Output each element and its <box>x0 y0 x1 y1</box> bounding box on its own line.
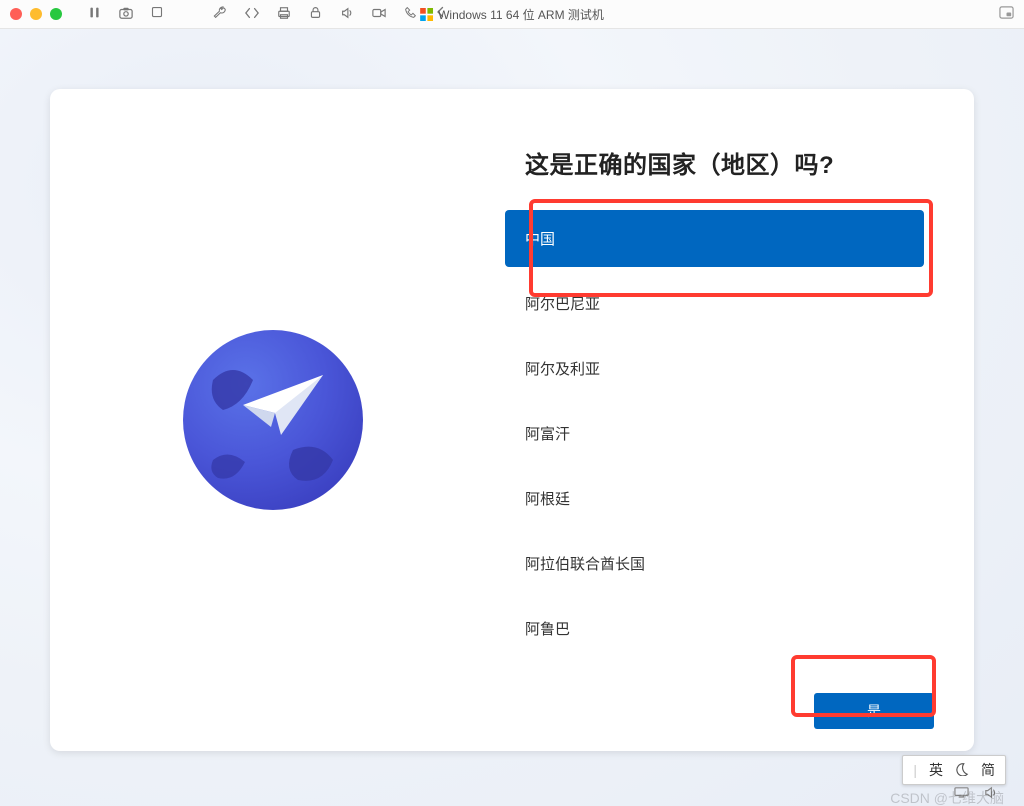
watermark-text: CSDN @七维大脑 <box>890 788 1004 806</box>
wrench-icon[interactable] <box>213 6 227 23</box>
ime-separator: | <box>913 762 917 778</box>
confirm-button[interactable]: 是 <box>814 693 934 729</box>
picture-in-picture-icon[interactable] <box>999 9 1014 23</box>
lock-icon[interactable] <box>309 6 322 23</box>
country-label: 阿尔巴尼亚 <box>525 296 600 313</box>
windows-logo-icon <box>420 8 433 21</box>
printer-icon[interactable] <box>277 6 291 23</box>
mac-titlebar: Windows 11 64 位 ARM 测试机 <box>0 0 1024 29</box>
vm-toolbar <box>88 6 447 23</box>
minimize-window-button[interactable] <box>30 8 42 20</box>
country-label: 阿拉伯联合酋长国 <box>525 556 645 573</box>
ime-mode-simplified[interactable]: 简 <box>981 760 995 780</box>
oobe-heading: 这是正确的国家（地区）吗? <box>505 145 934 180</box>
sound-icon[interactable] <box>340 6 354 23</box>
country-item-albania[interactable]: 阿尔巴尼亚 <box>505 275 924 332</box>
country-list[interactable]: 中国 阿尔巴尼亚 阿尔及利亚 阿富汗 阿根廷 阿拉伯联合酋长国 阿鲁巴 <box>505 210 934 657</box>
pause-icon[interactable] <box>88 6 101 23</box>
country-item-uae[interactable]: 阿拉伯联合酋长国 <box>505 535 924 592</box>
country-item-aruba[interactable]: 阿鲁巴 <box>505 600 924 657</box>
confirm-area: 是 <box>814 693 934 729</box>
country-item-afghanistan[interactable]: 阿富汗 <box>505 405 924 462</box>
phone-icon[interactable] <box>404 6 417 23</box>
ime-mode-english[interactable]: 英 <box>929 760 943 780</box>
country-label: 阿根廷 <box>525 491 570 508</box>
country-label: 阿富汗 <box>525 426 570 443</box>
oobe-card: 这是正确的国家（地区）吗? 中国 阿尔巴尼亚 阿尔及利亚 阿富汗 阿根廷 阿拉伯… <box>50 89 974 751</box>
globe-paper-plane-icon <box>173 320 373 520</box>
titlebar-right <box>999 5 1014 23</box>
close-window-button[interactable] <box>10 8 22 20</box>
traffic-lights <box>10 8 62 20</box>
country-item-algeria[interactable]: 阿尔及利亚 <box>505 340 924 397</box>
code-icon[interactable] <box>245 6 259 23</box>
fullscreen-window-button[interactable] <box>50 8 62 20</box>
country-item-china[interactable]: 中国 <box>505 210 924 267</box>
vm-viewport: 这是正确的国家（地区）吗? 中国 阿尔巴尼亚 阿尔及利亚 阿富汗 阿根廷 阿拉伯… <box>0 29 1024 806</box>
country-label: 阿尔及利亚 <box>525 361 600 378</box>
ime-indicator[interactable]: | 英 简 <box>902 755 1006 785</box>
ime-half-moon-icon[interactable] <box>955 762 969 779</box>
window-title-text: Windows 11 64 位 ARM 测试机 <box>438 6 604 23</box>
stop-icon[interactable] <box>151 6 163 23</box>
snapshot-icon[interactable] <box>119 6 133 23</box>
country-label: 中国 <box>525 231 555 248</box>
oobe-illustration-area <box>50 89 495 751</box>
window-title: Windows 11 64 位 ARM 测试机 <box>420 6 604 23</box>
video-icon[interactable] <box>372 6 386 23</box>
country-item-argentina[interactable]: 阿根廷 <box>505 470 924 527</box>
oobe-content: 这是正确的国家（地区）吗? 中国 阿尔巴尼亚 阿尔及利亚 阿富汗 阿根廷 阿拉伯… <box>495 89 974 751</box>
country-label: 阿鲁巴 <box>525 621 570 638</box>
